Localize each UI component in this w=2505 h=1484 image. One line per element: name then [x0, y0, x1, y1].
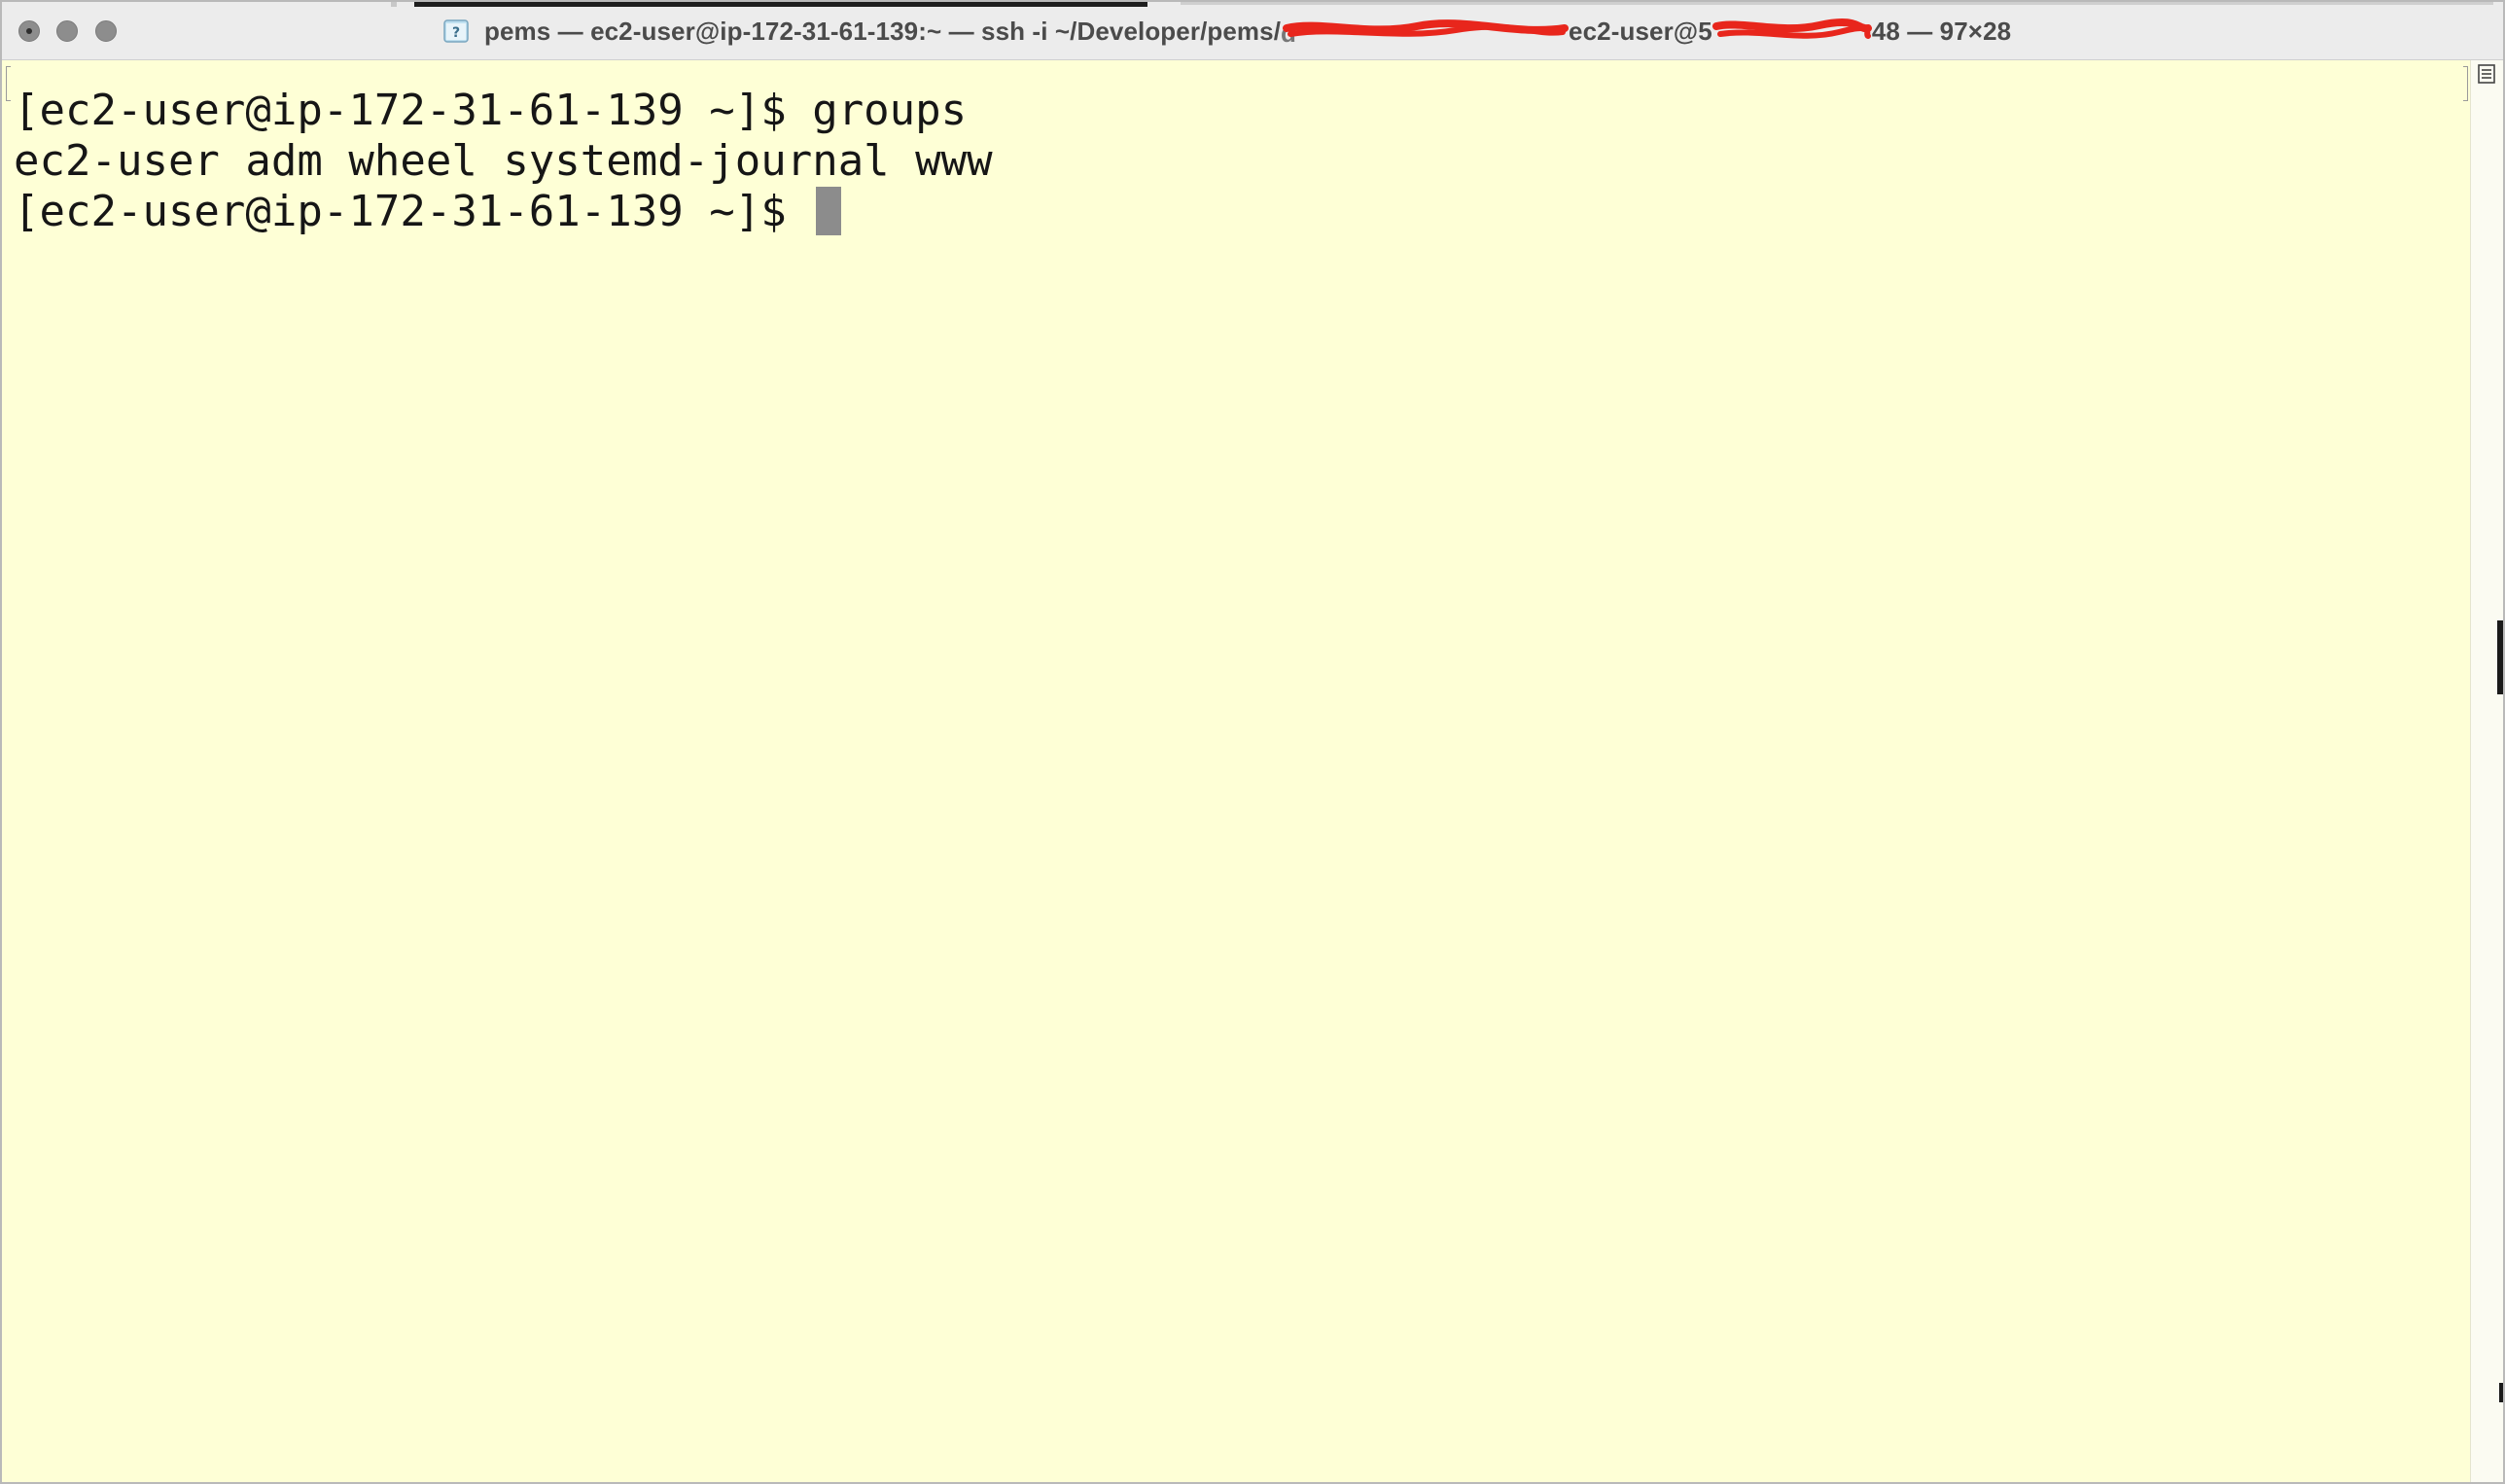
terminal-window: ? pems — ec2-user@ip-172-31-61-139:~ — s…: [0, 0, 2505, 1484]
vertical-scrollbar[interactable]: [2470, 60, 2503, 1482]
zoom-button[interactable]: [95, 20, 117, 42]
terminal-prompt-line[interactable]: [ec2-user@ip-172-31-61-139 ~]$: [14, 187, 842, 237]
mark-bracket-right: [2463, 66, 2468, 101]
close-button[interactable]: [18, 20, 40, 42]
tab-edge-left: [391, 2, 397, 7]
window-title-text-start: pems — ec2-user@ip-172-31-61-139:~ — ssh…: [484, 16, 1282, 46]
redaction-scribble: [1711, 18, 1872, 39]
terminal-output-area[interactable]: [ec2-user@ip-172-31-61-139 ~]$ groups ec…: [2, 60, 2472, 1482]
svg-text:?: ?: [452, 25, 460, 41]
title-bar[interactable]: ? pems — ec2-user@ip-172-31-61-139:~ — s…: [2, 2, 2503, 60]
split-pane-icon[interactable]: [2478, 64, 2495, 84]
redacted-host-ip: [1711, 18, 1872, 44]
terminal-profile-icon: ?: [443, 19, 469, 43]
close-icon: [26, 28, 32, 34]
window-edge-marker-bottom: [2499, 1383, 2503, 1402]
active-tab-indicator: [414, 2, 1147, 7]
window-title-text-middle: ec2-user@5: [1569, 16, 1712, 46]
window-title-text-end: 48 — 97×28: [1871, 16, 2012, 46]
mark-bracket-left: [6, 66, 11, 101]
terminal-line-1: [ec2-user@ip-172-31-61-139 ~]$ groups: [14, 86, 968, 135]
terminal-line-3: [ec2-user@ip-172-31-61-139 ~]$: [14, 187, 813, 236]
tab-strip: [1181, 2, 2493, 5]
redaction-scribble: [1283, 19, 1570, 37]
redacted-key-path: d: [1281, 18, 1570, 48]
terminal-line-2: ec2-user adm wheel systemd-journal www: [14, 136, 993, 186]
minimize-button[interactable]: [56, 20, 78, 42]
window-edge-marker: [2497, 620, 2503, 694]
window-title: ? pems — ec2-user@ip-172-31-61-139:~ — s…: [443, 16, 2012, 48]
text-cursor: [816, 187, 842, 235]
